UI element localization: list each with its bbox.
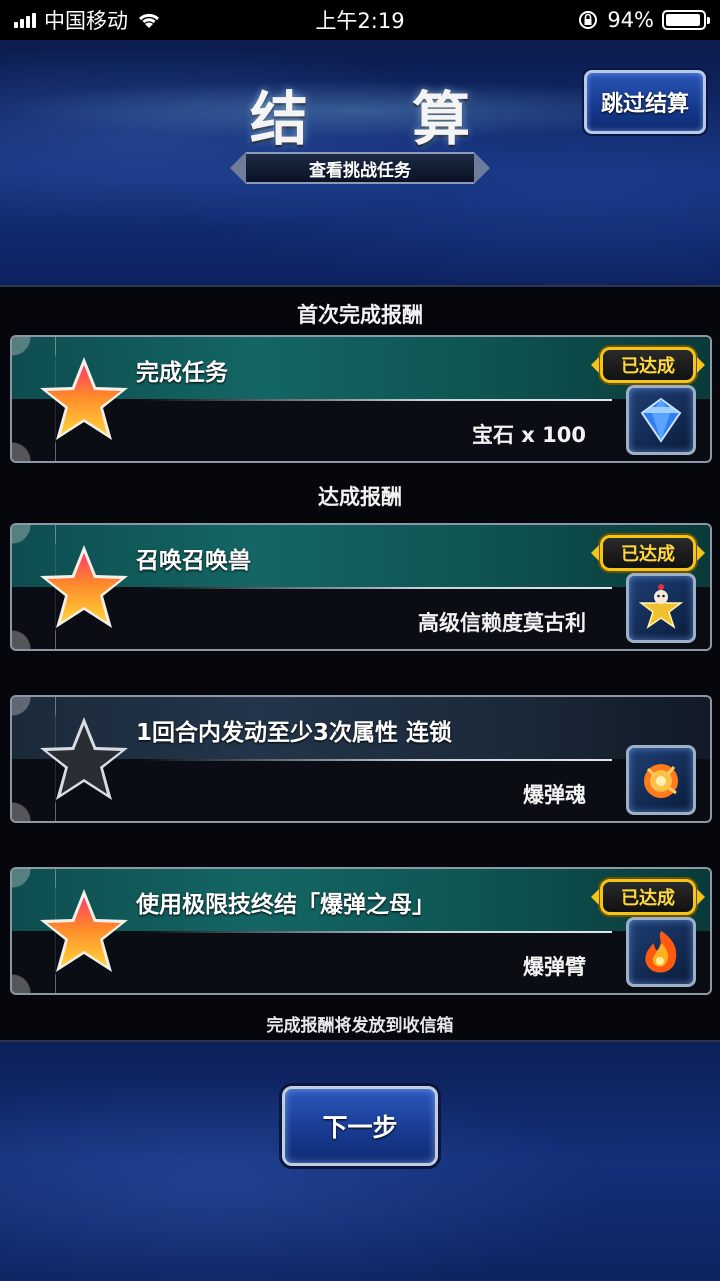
divider: [142, 587, 612, 589]
star-filled-icon: [36, 539, 132, 635]
achieved-badge: 已达成: [591, 347, 705, 383]
mission-title: 1回合内发动至少3次属性 连锁: [136, 720, 453, 746]
mission-title: 使用极限技终结「爆弹之母」: [136, 892, 435, 918]
reward-card: 1回合内发动至少3次属性 连锁爆弹魂: [10, 695, 712, 823]
wifi-icon: [138, 13, 160, 28]
skip-result-button[interactable]: 跳过结算: [584, 70, 706, 134]
battery-percent: 94%: [607, 8, 654, 32]
divider: [142, 759, 612, 761]
battery-icon: [662, 10, 710, 30]
bottom-area: 下一步: [0, 1042, 720, 1281]
star-empty-icon: [36, 711, 132, 807]
status-right: 94%: [577, 8, 710, 32]
view-challenge-missions-tab[interactable]: 查看挑战任务: [230, 152, 490, 184]
mission-title: 完成任务: [136, 360, 228, 386]
divider: [142, 399, 612, 401]
reward-card: 使用极限技终结「爆弹之母」爆弹臂 已达成: [10, 867, 712, 995]
section-achievement-label: 达成报酬: [318, 485, 402, 509]
battery-fill: [666, 14, 700, 26]
rotation-lock-icon: [579, 11, 598, 29]
reward-name: 爆弹臂: [523, 955, 586, 979]
section-first-clear-label: 首次完成报酬: [297, 303, 423, 327]
bomb-arm-icon[interactable]: [626, 917, 696, 987]
result-header: 结 算 跳过结算 查看挑战任务: [0, 40, 720, 285]
reward-card: 完成任务宝石 x 100 已达成: [10, 335, 712, 463]
status-bar: 中国移动 上午2:19 94%: [0, 0, 720, 40]
achieved-badge: 已达成: [591, 535, 705, 571]
reward-name: 宝石 x 100: [471, 423, 586, 447]
moogle-star-icon[interactable]: [626, 573, 696, 643]
star-filled-icon: [36, 883, 132, 979]
status-left: 中国移动: [14, 5, 162, 35]
mission-title: 召唤召唤兽: [136, 548, 251, 574]
reward-panel: 首次完成报酬 达成报酬 完成任务 宝石 x 100 已达成 召唤召唤兽 高级信赖度莫古利…: [0, 285, 720, 1042]
gem-icon[interactable]: [626, 385, 696, 455]
reward-name: 高级信赖度莫古利: [418, 611, 586, 635]
signal-icon: [14, 12, 36, 28]
star-filled-icon: [36, 351, 132, 447]
divider: [142, 931, 612, 933]
reward-name: 爆弹魂: [523, 783, 586, 807]
carrier-label: 中国移动: [44, 9, 128, 33]
bomb-soul-icon[interactable]: [626, 745, 696, 815]
mailbox-note: 完成报酬将发放到收信箱: [266, 1016, 454, 1036]
reward-card: 召唤召唤兽高级信赖度莫古利 已达成: [10, 523, 712, 651]
next-step-button[interactable]: 下一步: [282, 1086, 438, 1166]
achieved-badge: 已达成: [591, 879, 705, 915]
